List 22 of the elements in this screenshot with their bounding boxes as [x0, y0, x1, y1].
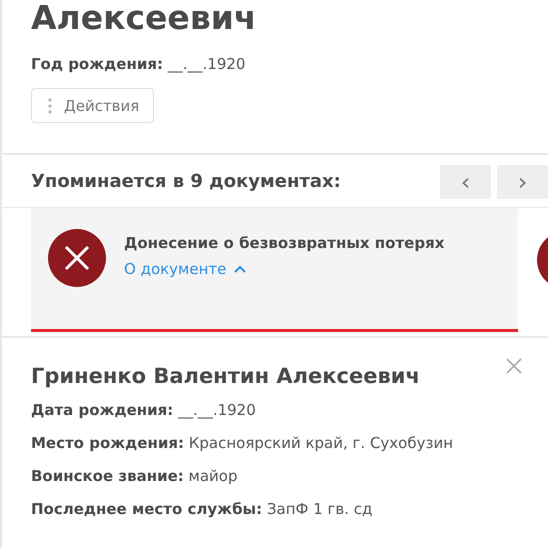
field-value: ЗапФ 1 гв. сд	[266, 500, 372, 518]
field-label: Последнее место службы:	[31, 500, 262, 518]
person-name: Алексеевич	[31, 0, 258, 38]
actions-button[interactable]: Действия	[31, 88, 154, 123]
more-icon	[48, 98, 52, 114]
field-value: __.__.1920	[168, 55, 246, 73]
next-button[interactable]: ›	[497, 165, 548, 199]
field-label: Дата рождения:	[31, 401, 174, 419]
field-label: Год рождения:	[31, 55, 163, 73]
field-label: Воинское звание:	[31, 467, 184, 485]
document-link[interactable]: О документе	[124, 260, 444, 278]
section-heading: Упоминается в 9 документах:	[31, 170, 341, 192]
document-title: Донесение о безвозвратных потерях	[124, 234, 444, 252]
close-icon[interactable]	[506, 358, 522, 374]
chevron-icon	[234, 265, 246, 273]
field-value: __.__.1920	[178, 401, 256, 419]
previous-button[interactable]: ‹	[440, 165, 491, 199]
person-name: Гриненко Валентин Алексеевич	[31, 363, 420, 390]
close-circle-icon	[48, 229, 106, 287]
field-value: майор	[188, 467, 238, 485]
field-value: Красноярский край, г. Сухобузин	[188, 434, 454, 452]
field-label: Место рождения:	[31, 434, 184, 452]
